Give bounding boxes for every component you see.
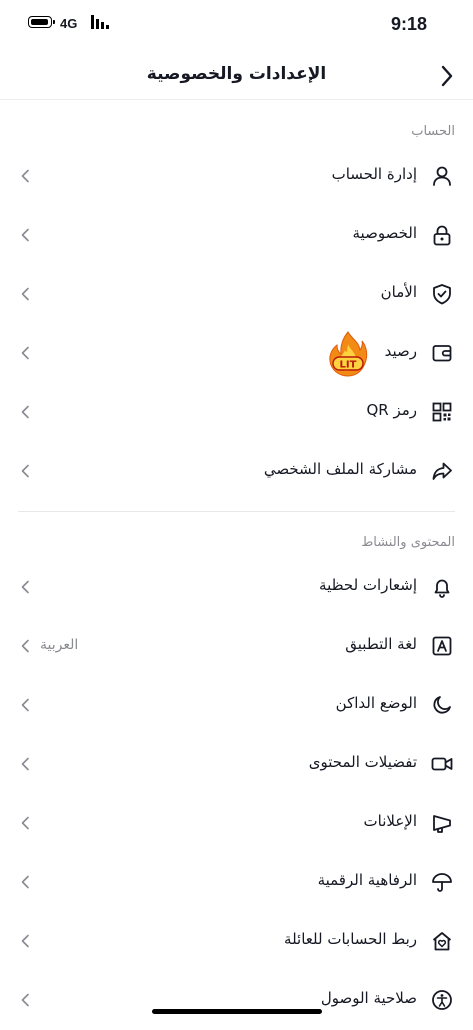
settings-row-manage-account[interactable]: إدارة الحساب bbox=[0, 147, 473, 206]
wallet-icon bbox=[432, 345, 452, 362]
settings-row-ads[interactable]: الإعلانات bbox=[0, 794, 473, 853]
settings-row-accessibility[interactable]: صلاحية الوصول bbox=[0, 971, 473, 1030]
chevron-left-icon bbox=[21, 639, 29, 653]
current-language-value: العربية bbox=[40, 637, 79, 653]
language-icon bbox=[432, 636, 452, 656]
bell-icon bbox=[434, 579, 450, 598]
share-icon bbox=[432, 462, 452, 480]
settings-row-push-notifications[interactable]: إشعارات لحظية bbox=[0, 558, 473, 617]
settings-row-share-profile[interactable]: مشاركة الملف الشخصي bbox=[0, 442, 473, 501]
chevron-left-icon bbox=[21, 169, 29, 183]
row-label: إشعارات لحظية bbox=[319, 576, 417, 594]
section-label-content: المحتوى والنشاط bbox=[361, 535, 455, 550]
row-label: الأمان bbox=[380, 283, 417, 301]
umbrella-icon bbox=[432, 873, 452, 892]
settings-row-security[interactable]: الأمان bbox=[0, 265, 473, 324]
row-label: إدارة الحساب bbox=[331, 165, 417, 183]
chevron-left-icon bbox=[21, 875, 29, 889]
chevron-left-icon bbox=[21, 580, 29, 594]
section-label-account: الحساب bbox=[411, 124, 455, 139]
row-label: تفضيلات المحتوى bbox=[308, 753, 417, 771]
chevron-left-icon bbox=[21, 993, 29, 1007]
row-label: مشاركة الملف الشخصي bbox=[263, 460, 417, 478]
settings-row-app-language[interactable]: لغة التطبيق العربية bbox=[0, 617, 473, 676]
fire-emoji-icon: LIT bbox=[329, 331, 368, 377]
moon-icon bbox=[433, 696, 451, 714]
status-bar: 4G 9:18 bbox=[0, 0, 473, 52]
settings-row-qr-code[interactable]: رمز QR bbox=[0, 383, 473, 442]
chevron-left-icon bbox=[21, 816, 29, 830]
person-icon bbox=[433, 166, 451, 186]
sticker-text: LIT bbox=[340, 360, 357, 371]
shield-check-icon bbox=[433, 284, 451, 305]
settings-row-privacy[interactable]: الخصوصية bbox=[0, 206, 473, 265]
row-label: الخصوصية bbox=[352, 224, 417, 242]
battery-icon bbox=[28, 16, 55, 28]
row-label: لغة التطبيق bbox=[345, 635, 417, 653]
lock-icon bbox=[433, 225, 451, 246]
chevron-left-icon bbox=[21, 405, 29, 419]
megaphone-icon bbox=[433, 815, 451, 833]
row-label: رصيد bbox=[384, 342, 417, 360]
chevron-left-icon bbox=[21, 934, 29, 948]
qr-code-icon bbox=[432, 402, 452, 422]
row-label: الإعلانات bbox=[363, 812, 418, 830]
settings-row-dark-mode[interactable]: الوضع الداكن bbox=[0, 676, 473, 735]
row-label: ربط الحسابات للعائلة bbox=[284, 930, 417, 948]
settings-row-family-pairing[interactable]: ربط الحسابات للعائلة bbox=[0, 912, 473, 971]
accessibility-icon bbox=[432, 990, 452, 1010]
clock: 9:18 bbox=[390, 14, 427, 34]
chevron-left-icon bbox=[21, 228, 29, 242]
page-title: الإعدادات والخصوصية bbox=[146, 64, 327, 84]
nav-header: الإعدادات والخصوصية bbox=[0, 52, 473, 100]
settings-row-digital-wellbeing[interactable]: الرفاهية الرقمية bbox=[0, 853, 473, 912]
signal-icon bbox=[91, 15, 109, 29]
section-divider bbox=[18, 511, 455, 512]
row-label: صلاحية الوصول bbox=[320, 989, 417, 1007]
chevron-left-icon bbox=[21, 698, 29, 712]
video-camera-icon bbox=[431, 757, 453, 771]
chevron-left-icon bbox=[21, 287, 29, 301]
row-label: رمز QR bbox=[366, 401, 417, 419]
home-indicator[interactable] bbox=[152, 1009, 322, 1014]
row-label: الوضع الداكن bbox=[335, 694, 417, 712]
chevron-left-icon bbox=[21, 464, 29, 478]
chevron-left-icon bbox=[21, 346, 29, 360]
house-heart-icon bbox=[432, 932, 452, 951]
network-type: 4G bbox=[60, 16, 78, 31]
row-label: الرفاهية الرقمية bbox=[317, 871, 417, 889]
settings-row-content-preferences[interactable]: تفضيلات المحتوى bbox=[0, 735, 473, 794]
chevron-left-icon bbox=[21, 757, 29, 771]
settings-row-balance[interactable]: رصيد bbox=[0, 324, 473, 383]
